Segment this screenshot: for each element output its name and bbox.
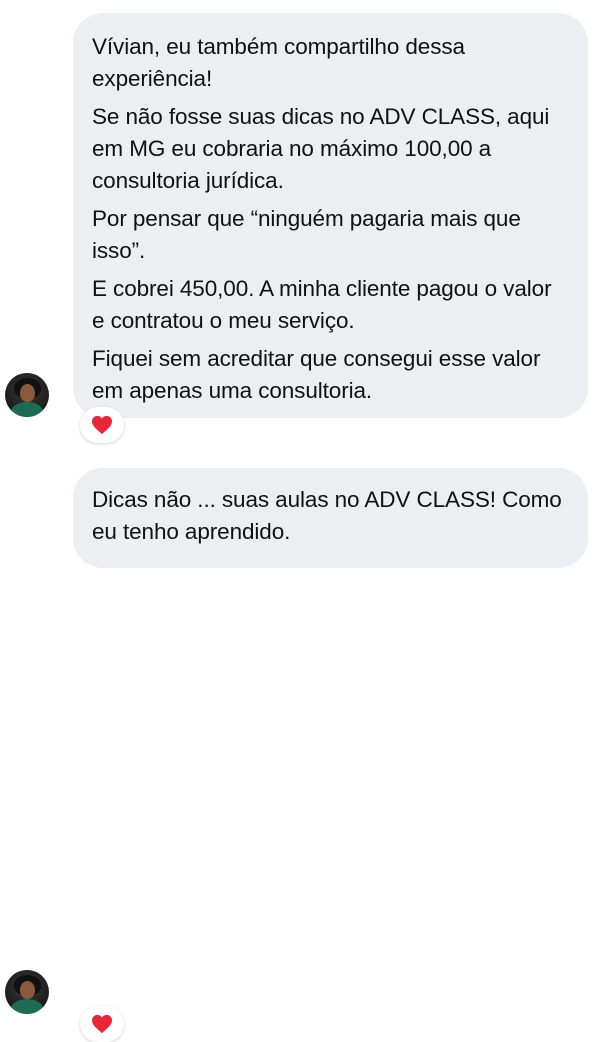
message-bubble[interactable]: Vívian, eu também compartilho dessa expe… bbox=[73, 13, 588, 418]
reaction-badge[interactable] bbox=[80, 1006, 124, 1042]
message-text: Vívian, eu também compartilho dessa expe… bbox=[92, 34, 465, 91]
message: Vívian, eu também compartilho dessa expe… bbox=[0, 0, 600, 450]
chat-thread: Vívian, eu também compartilho dessa expe… bbox=[0, 0, 600, 1042]
message-bubble[interactable]: Dicas não ... suas aulas no ADV CLASS! C… bbox=[73, 468, 588, 568]
message-text: Dicas não ... suas aulas no ADV CLASS! C… bbox=[92, 487, 562, 544]
heart-icon bbox=[92, 1014, 112, 1034]
heart-icon bbox=[92, 415, 112, 435]
message: Dicas não ... suas aulas no ADV CLASS! C… bbox=[0, 450, 600, 1042]
message-text: Fiquei sem acreditar que consegui esse v… bbox=[92, 346, 541, 403]
message-text: E cobrei 450,00. A minha cliente pagou o… bbox=[92, 276, 552, 333]
avatar[interactable] bbox=[5, 970, 49, 1014]
reaction-badge[interactable] bbox=[80, 407, 124, 443]
message-text: Por pensar que “ninguém pagaria mais que… bbox=[92, 206, 521, 263]
avatar[interactable] bbox=[5, 373, 49, 417]
message-text: Se não fosse suas dicas no ADV CLASS, aq… bbox=[92, 104, 550, 193]
